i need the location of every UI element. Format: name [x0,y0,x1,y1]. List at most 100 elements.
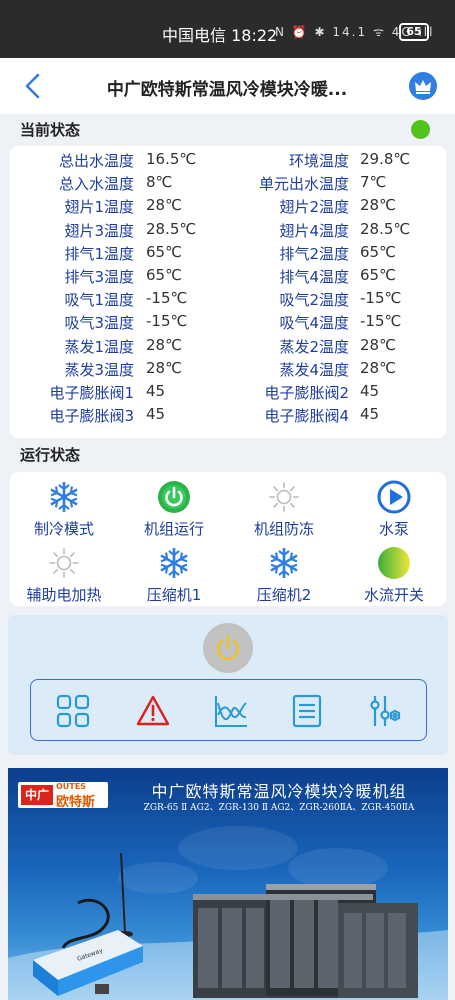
param-value: 16.5℃ [146,150,197,168]
power-icon [216,634,240,661]
param-row: 蒸发3温度 28℃ 蒸发4温度 28℃ [10,359,446,382]
param-value: 8℃ [146,173,173,192]
param-value: 28℃ [360,196,396,215]
param-label: 吸气3温度 [64,314,134,333]
run-status-label: 压缩机1 [146,586,202,604]
logo-red-text: 中广 [21,785,53,805]
param-label: 蒸发2温度 [279,337,349,356]
param-row: 蒸发1温度 28℃ 蒸发2温度 28℃ [10,336,446,359]
param-value: 28℃ [146,196,182,215]
run-status-label: 机组运行 [143,520,204,538]
water-flow-icon [378,547,410,579]
param-row: 电子膨胀阀1 45 电子膨胀阀2 45 [10,382,446,405]
param-value: 28.5℃ [360,219,411,238]
app-header: 中广欧特斯常温风冷模块冷暖... [0,58,455,114]
param-row: 排气1温度 65℃ 排气2温度 65℃ [10,243,446,266]
chiller-units [193,884,418,998]
param-label: 排气1温度 [64,244,134,263]
chart-icon[interactable] [213,693,249,729]
param-value: 28℃ [146,358,182,377]
snowflake-icon [270,548,298,578]
param-value: 65℃ [146,242,182,261]
run-status-item: 水流开关 [344,546,444,606]
param-label: 电子膨胀阀4 [264,407,349,426]
control-panel [8,615,448,755]
run-status-label: 制冷模式 [33,520,94,538]
param-value: 45 [360,405,380,424]
run-status-label: 水流开关 [363,586,424,604]
page-title: 中广欧特斯常温风冷模块冷暖... [106,80,348,100]
param-row: 总出水温度 16.5℃ 环境温度 29.8℃ [10,150,446,173]
banner-artwork: Gateway [8,826,448,1000]
param-value: 28℃ [360,358,396,377]
param-value: -15℃ [360,312,402,331]
param-label: 吸气2温度 [279,291,349,310]
param-value: 65℃ [360,242,396,261]
back-arrow-icon[interactable] [22,72,44,100]
param-label: 排气2温度 [279,244,349,263]
param-label: 排气3温度 [64,268,134,286]
snowflake-icon [160,548,188,578]
run-status-label: 水泵 [378,520,409,538]
param-label: 单元出水温度 [258,175,349,194]
run-status-heading: 运行状态 [20,446,81,464]
parameters-card: 总出水温度 16.5℃ 环境温度 29.8℃ 总入水温度 8℃ 单元出水温度 7℃ 翅片1温度 2… [10,146,446,438]
run-status-item: 辅助电加热 [14,546,114,606]
snowflake-icon [50,482,78,512]
param-value: -15℃ [146,312,188,331]
param-label: 电子膨胀阀3 [49,407,134,426]
param-label: 翅片2温度 [279,198,349,217]
list-icon[interactable] [289,693,325,729]
product-banner: 中广 OUTES 欧特斯 中广欧特斯常温风冷模块冷暖机组 ZGR-65 Ⅱ AG… [8,768,448,1000]
param-value: 45 [360,382,380,400]
sun-icon [269,482,299,512]
grid-icon[interactable] [55,693,91,729]
crown-icon[interactable] [409,72,437,100]
param-label: 翅片1温度 [64,198,134,217]
param-label: 排气4温度 [279,268,349,286]
param-label: 电子膨胀阀1 [49,384,134,402]
param-label: 翅片3温度 [64,221,134,240]
param-row: 翅片1温度 28℃ 翅片2温度 28℃ [10,196,446,219]
brand-logo: 中广 OUTES 欧特斯 [18,782,108,810]
run-status-label: 压缩机2 [256,586,312,604]
param-label: 蒸发1温度 [64,337,134,356]
param-value: 28℃ [146,335,182,354]
settings-sliders-icon[interactable] [367,693,403,729]
param-value: 45 [146,405,166,424]
param-value: -15℃ [360,289,402,308]
play-circle-icon [377,480,411,514]
run-status-item: 机组防冻 [234,480,334,540]
battery-icon: 65 [399,23,429,41]
param-label: 总出水温度 [58,152,134,170]
param-value: -15℃ [146,289,188,308]
run-status-item: 水泵 [344,480,444,540]
param-label: 翅片4温度 [279,221,349,240]
sun-icon [49,548,79,578]
run-status-item: 压缩机1 [124,546,224,606]
run-status-item: 机组运行 [124,480,224,540]
system-status-bar: 中国电信 18:22 N ⏰ ✱ 14.1 ᯤ 4G ıll 65 [0,0,455,58]
run-status-item: 制冷模式 [14,480,114,540]
run-status-label: 辅助电加热 [26,586,102,604]
param-row: 吸气1温度 -15℃ 吸气2温度 -15℃ [10,289,446,312]
power-button[interactable] [203,623,253,673]
param-value: 45 [146,382,166,400]
param-row: 排气3温度 65℃ 排气4温度 65℃ [10,266,446,289]
param-value: 65℃ [146,266,182,284]
power-on-icon [158,481,190,513]
run-status-label: 机组防冻 [253,520,314,538]
warning-icon[interactable] [135,693,171,729]
param-label: 电子膨胀阀2 [264,384,349,402]
online-indicator [411,120,430,139]
function-toolbar [30,679,427,741]
run-status-item: 压缩机2 [234,546,334,606]
param-row: 电子膨胀阀3 45 电子膨胀阀4 45 [10,405,446,428]
param-value: 7℃ [360,173,387,192]
current-status-heading: 当前状态 [20,121,81,139]
param-row: 翅片3温度 28.5℃ 翅片4温度 28.5℃ [10,220,446,243]
carrier-time: 中国电信 18:22 [162,26,278,45]
param-label: 蒸发3温度 [64,360,134,379]
param-value: 65℃ [360,266,396,284]
param-row: 吸气3温度 -15℃ 吸气4温度 -15℃ [10,312,446,335]
